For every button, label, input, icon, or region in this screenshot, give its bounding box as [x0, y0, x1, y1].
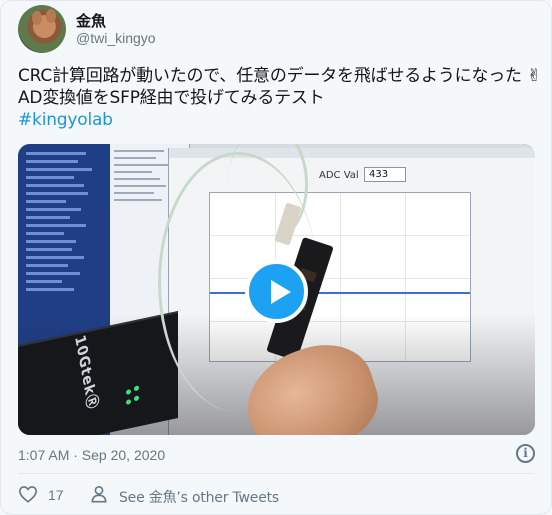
avatar-ear: [46, 9, 56, 23]
tweet-text-line: CRC計算回路が動いたので、任意のデータを飛ばせるようになった ✌: [18, 66, 542, 86]
tweet-text-line: AD変換値をSFP経由で投げてみるテスト: [18, 88, 325, 108]
author-handle[interactable]: @twi_kingyo: [76, 30, 156, 46]
tweet-timestamp[interactable]: 1:07 AM · Sep 20, 2020: [18, 447, 165, 463]
status-led: [126, 388, 131, 396]
play-button[interactable]: [245, 260, 308, 323]
divider: [18, 473, 535, 474]
heart-icon[interactable]: [18, 485, 38, 503]
status-led: [134, 385, 139, 392]
info-icon[interactable]: i: [516, 444, 535, 463]
person-icon[interactable]: [90, 485, 108, 503]
author-name[interactable]: 金魚: [76, 10, 106, 31]
avatar[interactable]: [18, 5, 66, 53]
play-icon: [271, 280, 291, 304]
video-media[interactable]: ADC Val 433 10GtekⓇ: [18, 144, 535, 435]
tweet-card: 金魚 @twi_kingyo CRC計算回路が動いたので、任意のデータを飛ばせる…: [0, 0, 552, 515]
device-brand: 10GtekⓇ: [71, 332, 101, 413]
tweet-text: CRC計算回路が動いたので、任意のデータを飛ばせるようになった ✌ AD変換値を…: [18, 65, 542, 131]
see-other-tweets-link[interactable]: See 金魚’s other Tweets: [119, 487, 279, 507]
status-led: [126, 398, 131, 406]
status-led: [134, 395, 139, 402]
adc-value: 433: [364, 167, 406, 182]
like-count[interactable]: 17: [48, 487, 64, 503]
adc-label: ADC Val: [319, 170, 359, 181]
avatar-ear: [32, 11, 42, 25]
hashtag-link[interactable]: #kingyolab: [18, 109, 113, 131]
